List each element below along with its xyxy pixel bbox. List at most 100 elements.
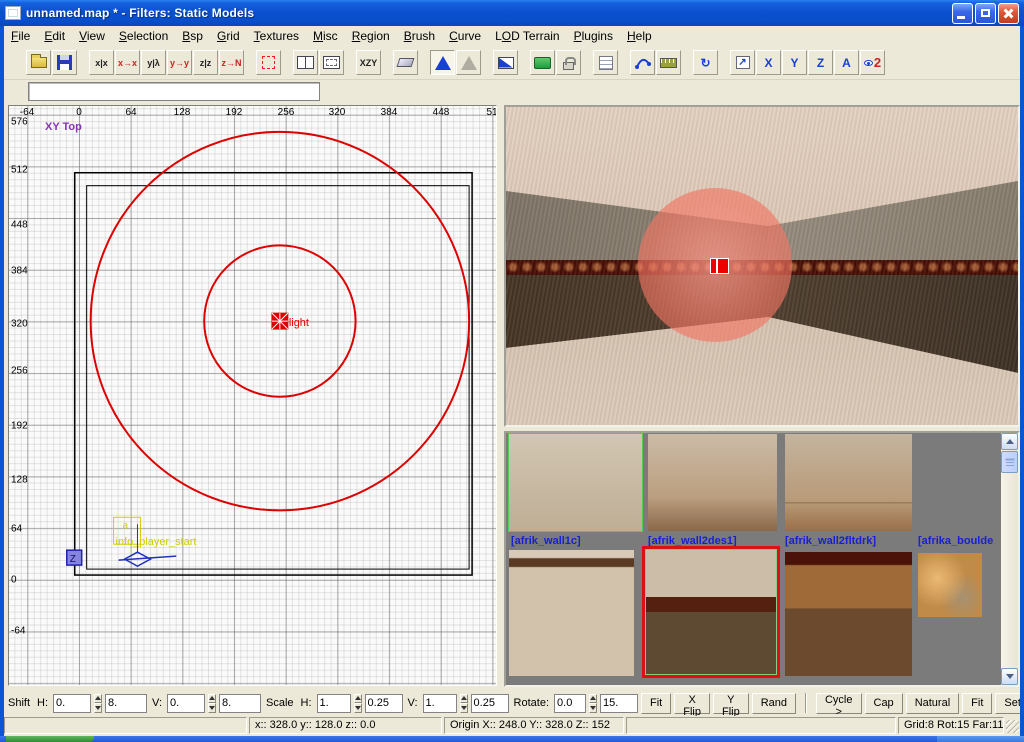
shift-v-input[interactable]: [167, 694, 205, 713]
rotate-y-button[interactable]: y→y: [167, 50, 192, 75]
scale-h-step-input[interactable]: [365, 694, 403, 713]
texture-thumb[interactable]: [509, 550, 634, 676]
shift-label: Shift: [8, 697, 30, 709]
start-button[interactable]: [6, 736, 94, 742]
h-label: H:: [301, 697, 312, 709]
scale-v-step-input[interactable]: [471, 694, 509, 713]
cone-deselect-button[interactable]: [456, 50, 481, 75]
menu-file[interactable]: File: [4, 27, 37, 45]
lock-z-button[interactable]: Z: [808, 50, 833, 75]
textured-view-button[interactable]: [493, 50, 518, 75]
change-views-button[interactable]: XZY: [356, 50, 381, 75]
rotate-x-icon: x→x: [118, 58, 137, 68]
texture-thumb[interactable]: [785, 434, 912, 531]
texture-filter-input[interactable]: [28, 82, 320, 101]
menu-bsp[interactable]: Bsp: [175, 27, 210, 45]
shift-v-step-input[interactable]: [219, 694, 261, 713]
texture-thumb-in-use[interactable]: [509, 434, 642, 531]
console-button[interactable]: [593, 50, 618, 75]
cap-button[interactable]: Cap: [865, 693, 903, 714]
shift-v-spinner[interactable]: [208, 694, 216, 713]
shift-h-input[interactable]: [53, 694, 91, 713]
texture-clean-button[interactable]: [393, 50, 418, 75]
texture-lock-button[interactable]: [530, 50, 555, 75]
select-all-button[interactable]: A: [834, 50, 859, 75]
set-button[interactable]: Set: [995, 693, 1020, 714]
y-flip-button[interactable]: Y Flip: [713, 693, 749, 714]
flip-y-button[interactable]: y|λ: [141, 50, 166, 75]
shift-h-step-input[interactable]: [105, 694, 147, 713]
measure-button[interactable]: [656, 50, 681, 75]
rotate-input[interactable]: [554, 694, 586, 713]
flip-x-button[interactable]: x|x: [89, 50, 114, 75]
view-3d-camera[interactable]: [504, 105, 1020, 427]
view-2d-xy[interactable]: -64 0 64 128 192 256 320 384 448 51 576 …: [8, 105, 497, 686]
menu-misc[interactable]: Misc: [306, 27, 345, 45]
z-marker-entity[interactable]: Z: [67, 550, 82, 565]
room-brush-outer[interactable]: [75, 173, 472, 575]
clipper-button[interactable]: [256, 50, 281, 75]
app-icon: [5, 6, 21, 20]
menu-edit[interactable]: Edit: [37, 27, 72, 45]
refresh-models-button[interactable]: ↻: [693, 50, 718, 75]
rotate-z-button[interactable]: z→N: [219, 50, 244, 75]
cycle-button[interactable]: Cycle >: [816, 693, 862, 714]
maximize-button[interactable]: [975, 3, 996, 24]
light-entity[interactable]: light: [272, 313, 309, 329]
scrollbar-thumb[interactable]: [1001, 451, 1018, 473]
rotate-x-button[interactable]: x→x: [115, 50, 140, 75]
room-brush-inner[interactable]: [87, 186, 469, 569]
menu-help[interactable]: Help: [620, 27, 659, 45]
close-button[interactable]: [998, 3, 1019, 24]
menu-view[interactable]: View: [72, 27, 112, 45]
scale-v-input[interactable]: [423, 694, 457, 713]
menu-grid[interactable]: Grid: [210, 27, 247, 45]
menu-lod-terrain[interactable]: LOD Terrain: [488, 27, 567, 45]
x-flip-button[interactable]: X Flip: [674, 693, 710, 714]
selected-light-entity[interactable]: [710, 258, 729, 274]
lock-y-button[interactable]: Y: [782, 50, 807, 75]
natural-button[interactable]: Natural: [906, 693, 959, 714]
menu-brush[interactable]: Brush: [397, 27, 442, 45]
resize-grip[interactable]: [1006, 720, 1019, 733]
texture-browser[interactable]: [afrik_wall1c] [afrik_wall2des1] [afrik_…: [504, 431, 1020, 687]
gray-cone-icon: [461, 56, 477, 70]
menu-region[interactable]: Region: [345, 27, 397, 45]
split-view-button[interactable]: [293, 50, 318, 75]
scale-h-input[interactable]: [317, 694, 351, 713]
menu-selection[interactable]: Selection: [112, 27, 175, 45]
patch-fit-button[interactable]: Fit: [962, 693, 992, 714]
save-button[interactable]: [52, 50, 77, 75]
shift-h-spinner[interactable]: [94, 694, 102, 713]
open-button[interactable]: [26, 50, 51, 75]
curve-button[interactable]: [630, 50, 655, 75]
texture-thumb[interactable]: [648, 434, 777, 531]
eye-icon: [864, 60, 873, 66]
menu-textures[interactable]: Textures: [247, 27, 306, 45]
rotate-spinner[interactable]: [589, 694, 597, 713]
lock-x-button[interactable]: X: [756, 50, 781, 75]
texture-scrollbar[interactable]: [1001, 433, 1018, 685]
region-view-button[interactable]: [319, 50, 344, 75]
dashed-window-icon: [323, 56, 340, 69]
rand-button[interactable]: Rand: [752, 693, 796, 714]
texture-thumb[interactable]: [918, 553, 982, 617]
scroll-down-button[interactable]: [1001, 668, 1018, 685]
lock-button[interactable]: [556, 50, 581, 75]
scale-h-spinner[interactable]: [354, 694, 362, 713]
menu-plugins[interactable]: Plugins: [567, 27, 620, 45]
menu-curve[interactable]: Curve: [442, 27, 488, 45]
rotate-step-input[interactable]: [600, 694, 638, 713]
free-rotate-button[interactable]: ↗: [730, 50, 755, 75]
scale-v-spinner[interactable]: [460, 694, 468, 713]
texture-thumb-selected[interactable]: [645, 549, 777, 675]
fit-button[interactable]: Fit: [641, 693, 671, 714]
scroll-up-button[interactable]: [1001, 433, 1018, 450]
rotate-y-icon: y→y: [170, 58, 189, 68]
minimize-button[interactable]: [952, 3, 973, 24]
flip-z-button[interactable]: z|z: [193, 50, 218, 75]
cone-select-button[interactable]: [430, 50, 455, 75]
player-start-entity[interactable]: a info_player_start: [114, 517, 197, 566]
texture-thumb[interactable]: [785, 552, 912, 676]
cubic-clip-button[interactable]: 2: [860, 50, 885, 75]
